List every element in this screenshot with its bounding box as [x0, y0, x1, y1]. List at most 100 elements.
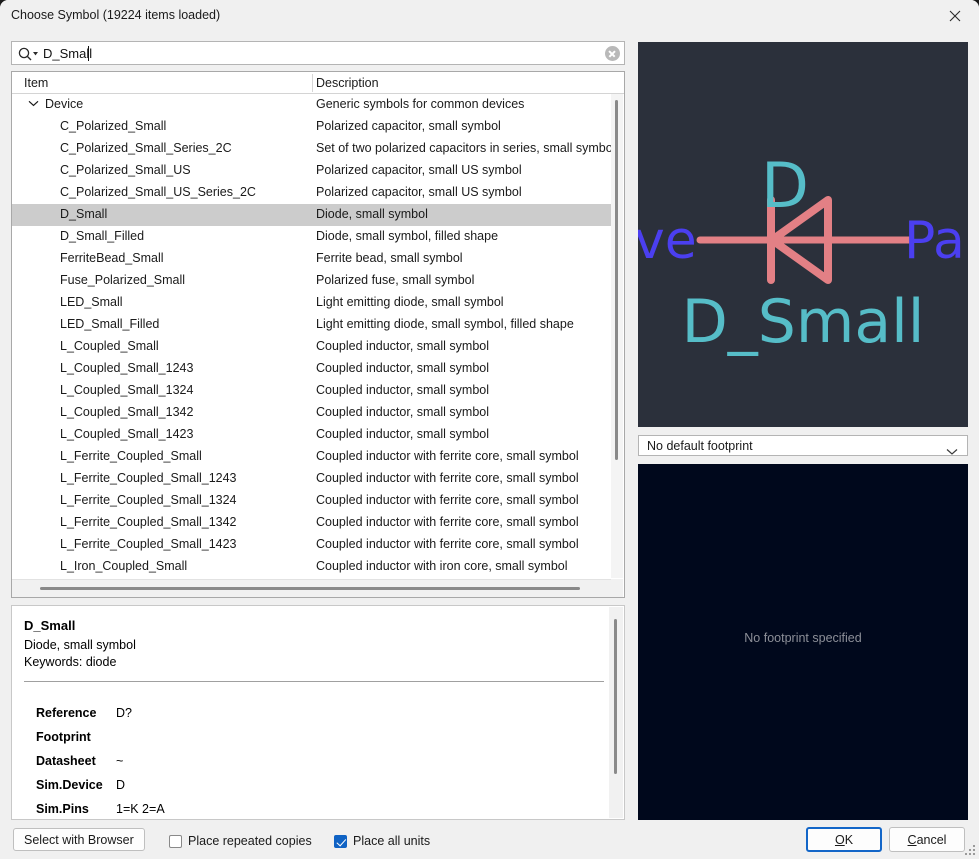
symbol-right-fragment: Pa — [904, 211, 965, 271]
row-description: Coupled inductor, small symbol — [316, 361, 489, 375]
table-row[interactable]: Fuse_Polarized_Small Polarized fuse, smal… — [12, 270, 612, 292]
list-rows: Device Generic symbols for common devices… — [12, 94, 612, 578]
bottom-button-bar: Select with Browser Place repeated copie… — [0, 822, 979, 859]
row-item-name: D_Small_Filled — [60, 229, 145, 243]
row-item-name: L_Ferrite_Coupled_Small_1243 — [60, 471, 237, 485]
table-row[interactable]: D_Small Diode, small symbol — [12, 204, 612, 226]
scrollbar-thumb[interactable] — [40, 587, 580, 590]
checkbox-label: Place repeated copies — [188, 834, 312, 848]
row-description: Coupled inductor with ferrite core, smal… — [316, 537, 579, 551]
detail-divider — [24, 681, 604, 682]
symbol-list[interactable]: Item Description Device Generic symbols f… — [11, 71, 625, 598]
row-description: Coupled inductor with ferrite core, smal… — [316, 515, 579, 529]
list-vertical-scrollbar[interactable] — [611, 94, 623, 578]
table-row[interactable]: L_Ferrite_Coupled_Small_1423 Coupled indu… — [12, 534, 612, 556]
column-divider[interactable] — [312, 74, 313, 92]
select-with-browser-button[interactable]: Select with Browser — [13, 828, 145, 851]
detail-field-label: Sim.Device — [36, 778, 103, 792]
checkbox-label: Place all units — [353, 834, 431, 848]
row-description: Generic symbols for common devices — [316, 97, 525, 111]
row-description: Polarized capacitor, small symbol — [316, 119, 501, 133]
column-header-description[interactable]: Description — [316, 76, 379, 90]
table-row[interactable]: L_Ferrite_Coupled_Small_1342 Coupled indu… — [12, 512, 612, 534]
row-item-name: L_Ferrite_Coupled_Small_1342 — [60, 515, 237, 529]
list-horizontal-scrollbar[interactable] — [12, 579, 612, 597]
detail-field-label: Footprint — [36, 730, 91, 744]
table-row[interactable]: L_Coupled_Small Coupled inductor, small s… — [12, 336, 612, 358]
choose-symbol-dialog: Choose Symbol (19224 items loaded) Item … — [0, 0, 979, 859]
chevron-down-icon — [946, 443, 958, 461]
footprint-preview-canvas[interactable]: No footprint specified — [638, 464, 968, 820]
close-icon[interactable] — [933, 0, 979, 31]
table-row[interactable]: L_Coupled_Small_1423 Coupled inductor, sm… — [12, 424, 612, 446]
row-description: Diode, small symbol, filled shape — [316, 229, 499, 243]
ok-rest: K — [844, 832, 854, 847]
detail-field-value: D? — [116, 706, 132, 720]
row-item-name: L_Iron_Coupled_Small — [60, 559, 188, 573]
table-row[interactable]: D_Small_Filled Diode, small symbol, fille… — [12, 226, 612, 248]
table-row[interactable]: C_Polarized_Small_US_Series_2C Polarized … — [12, 182, 612, 204]
cancel-mnemonic: C — [907, 832, 917, 847]
ok-button[interactable]: OK — [806, 827, 882, 852]
place-repeated-copies-checkbox[interactable]: Place repeated copies — [169, 832, 312, 850]
row-item-name: L_Ferrite_Coupled_Small_1324 — [60, 493, 237, 507]
resize-grip[interactable] — [964, 844, 976, 856]
table-row[interactable]: LED_Small Light emitting diode, small sym… — [12, 292, 612, 314]
detail-description: Diode, small symbol — [24, 638, 136, 652]
text-caret — [88, 46, 89, 61]
table-row[interactable]: Device Generic symbols for common devices — [12, 94, 612, 116]
table-row[interactable]: L_Ferrite_Coupled_Small_1243 Coupled indu… — [12, 468, 612, 490]
detail-field-value: D — [116, 778, 126, 792]
cancel-button[interactable]: Cancel — [889, 827, 965, 852]
row-item-name: LED_Small_Filled — [60, 317, 160, 331]
row-item-name: L_Coupled_Small_1423 — [60, 427, 194, 441]
table-row[interactable]: C_Polarized_Small_US Polarized capacitor,… — [12, 160, 612, 182]
symbol-value-label: D_Small — [682, 287, 925, 357]
table-row[interactable]: C_Polarized_Small_Series_2C Set of two po… — [12, 138, 612, 160]
row-description: Polarized fuse, small symbol — [316, 273, 475, 287]
symbol-preview-canvas[interactable]: D D_Small ve Pa — [638, 42, 968, 427]
scrollbar-thumb[interactable] — [615, 100, 618, 460]
footprint-select[interactable]: No default footprint — [638, 435, 968, 456]
row-description: Coupled inductor, small symbol — [316, 405, 489, 419]
symbol-details-panel: D_Small Diode, small symbol Keywords: di… — [11, 605, 625, 820]
table-row[interactable]: C_Polarized_Small Polarized capacitor, sm… — [12, 116, 612, 138]
row-item-name: L_Coupled_Small — [60, 339, 159, 353]
detail-field-label: Sim.Pins — [36, 802, 89, 816]
row-description: Coupled inductor with ferrite core, smal… — [316, 493, 579, 507]
row-description: Ferrite bead, small symbol — [316, 251, 463, 265]
scrollbar-corner — [611, 579, 623, 597]
row-description: Set of two polarized capacitors in serie… — [316, 141, 612, 155]
table-row[interactable]: L_Ferrite_Coupled_Small Coupled inductor … — [12, 446, 612, 468]
scrollbar-thumb[interactable] — [614, 619, 617, 774]
details-content: D_Small Diode, small symbol Keywords: di… — [12, 606, 610, 819]
table-row[interactable]: LED_Small_Filled Light emitting diode, sm… — [12, 314, 612, 336]
table-row[interactable]: L_Coupled_Small_1342 Coupled inductor, sm… — [12, 402, 612, 424]
row-item-name: L_Ferrite_Coupled_Small_1423 — [60, 537, 237, 551]
list-header: Item Description — [12, 72, 624, 94]
row-item-name: C_Polarized_Small — [60, 119, 167, 133]
dialog-title: Choose Symbol (19224 items loaded) — [11, 8, 221, 22]
clear-icon[interactable] — [605, 46, 620, 61]
table-row[interactable]: L_Iron_Coupled_Small Coupled inductor wit… — [12, 556, 612, 578]
row-item-name: FerriteBead_Small — [60, 251, 164, 265]
checkbox-box[interactable] — [334, 834, 347, 848]
detail-field-label: Datasheet — [36, 754, 96, 768]
place-all-units-checkbox[interactable]: Place all units — [334, 832, 430, 850]
symbol-left-fragment: ve — [638, 211, 697, 271]
search-field[interactable] — [11, 41, 625, 65]
row-description: Coupled inductor, small symbol — [316, 427, 489, 441]
table-row[interactable]: L_Coupled_Small_1324 Coupled inductor, sm… — [12, 380, 612, 402]
table-row[interactable]: FerriteBead_Small Ferrite bead, small sym… — [12, 248, 612, 270]
details-vertical-scrollbar[interactable] — [609, 607, 623, 818]
table-row[interactable]: L_Coupled_Small_1243 Coupled inductor, sm… — [12, 358, 612, 380]
checkbox-box[interactable] — [169, 834, 182, 848]
row-description: Light emitting diode, small symbol, fill… — [316, 317, 574, 331]
column-header-item[interactable]: Item — [24, 76, 48, 90]
search-input[interactable] — [43, 42, 603, 64]
row-description: Coupled inductor with ferrite core, smal… — [316, 449, 579, 463]
table-row[interactable]: L_Ferrite_Coupled_Small_1324 Coupled indu… — [12, 490, 612, 512]
row-item-name: L_Coupled_Small_1324 — [60, 383, 194, 397]
row-description: Light emitting diode, small symbol — [316, 295, 504, 309]
cancel-rest: ancel — [916, 832, 947, 847]
